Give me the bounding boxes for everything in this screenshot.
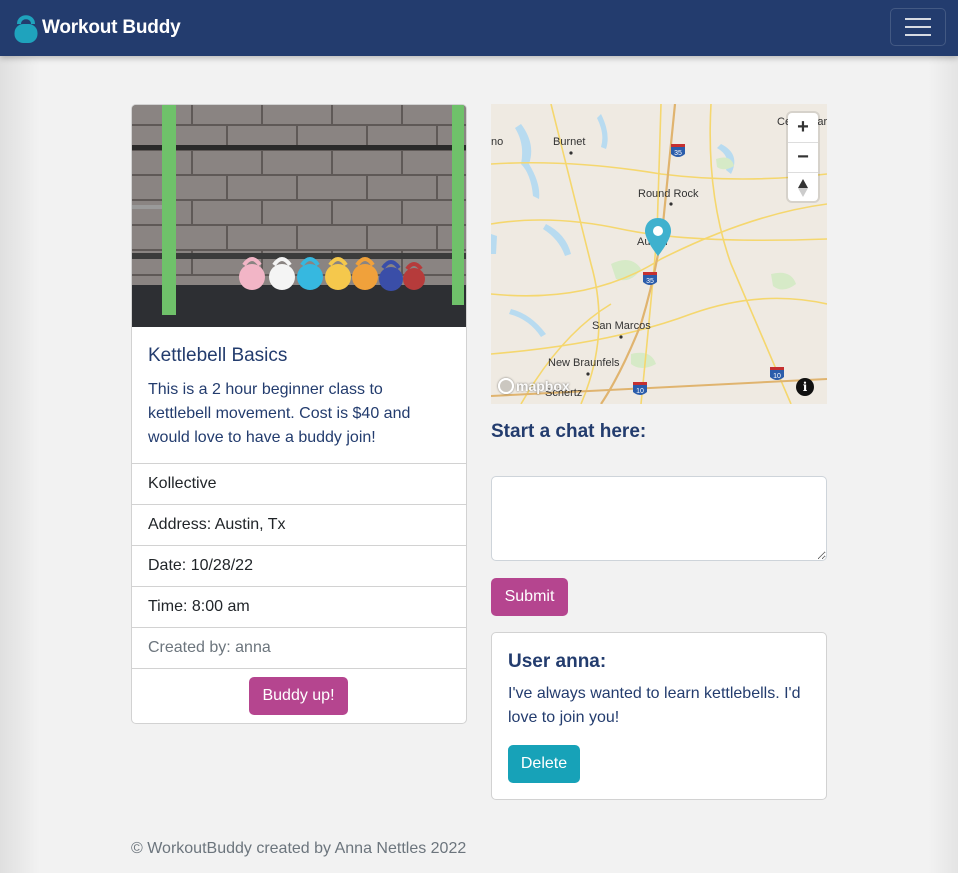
brand-link[interactable]: Workout Buddy	[13, 11, 181, 45]
attribution-info-button[interactable]: i	[796, 378, 814, 396]
brand-name: Workout Buddy	[42, 17, 181, 38]
label-san-marcos: San Marcos	[592, 320, 651, 332]
i10-right-label: 10	[773, 373, 781, 380]
event-date: Date: 10/28/22	[132, 545, 466, 586]
chat-textarea[interactable]	[491, 476, 827, 561]
delete-button[interactable]: Delete	[508, 745, 580, 783]
label-round-rock: Round Rock	[638, 188, 699, 200]
kettlebell-icon	[14, 15, 38, 43]
i35-north-label: 35	[674, 150, 682, 157]
kettlebell-gym-photo	[132, 105, 466, 327]
mapbox-logo-text: mapbox	[516, 378, 570, 394]
map-zoom-controls: + −	[788, 113, 818, 201]
chat-heading: Start a chat here:	[491, 421, 647, 442]
card-footer: Buddy up!	[132, 668, 466, 723]
footer-text: © WorkoutBuddy created by Anna Nettles 2…	[131, 840, 467, 857]
submit-button[interactable]: Submit	[491, 578, 568, 616]
label-no: no	[491, 136, 503, 148]
compass-button[interactable]	[788, 173, 818, 202]
buddy-up-button[interactable]: Buddy up!	[249, 677, 348, 715]
mapbox-logo[interactable]: mapbox	[498, 376, 570, 396]
compass-icon	[798, 178, 808, 197]
mapbox-logo-icon	[498, 378, 514, 394]
event-card: Kettlebell Basics This is a 2 hour begin…	[131, 104, 467, 724]
event-title: Kettlebell Basics	[148, 345, 288, 366]
label-burnet: Burnet	[553, 136, 585, 148]
menu-toggle-button[interactable]	[890, 8, 946, 46]
i35-south-label: 35	[646, 278, 654, 285]
event-description: This is a 2 hour beginner class to kettl…	[148, 381, 411, 446]
comment-card: User anna: I've always wanted to learn k…	[491, 632, 827, 800]
map-view[interactable]: 35 35 10 10 Burnet Round Rock Austin San…	[491, 104, 827, 404]
page-shadow-left	[0, 56, 40, 873]
event-time: Time: 8:00 am	[132, 586, 466, 627]
event-created-by: Created by: anna	[132, 627, 466, 668]
label-new-braunfels: New Braunfels	[548, 357, 620, 369]
zoom-out-button[interactable]: −	[788, 143, 818, 172]
map-tiles: 35 35 10 10 Burnet Round Rock Austin San…	[491, 104, 827, 404]
event-address: Address: Austin, Tx	[132, 504, 466, 545]
page-shadow-right	[928, 56, 958, 873]
i10-left-label: 10	[636, 388, 644, 395]
comment-text: I've always wanted to learn kettlebells.…	[508, 685, 801, 726]
event-location: Kollective	[132, 463, 466, 504]
comment-author: User anna:	[508, 651, 607, 672]
hamburger-icon	[905, 18, 931, 36]
zoom-in-button[interactable]: +	[788, 113, 818, 142]
navbar: Workout Buddy	[0, 0, 958, 56]
